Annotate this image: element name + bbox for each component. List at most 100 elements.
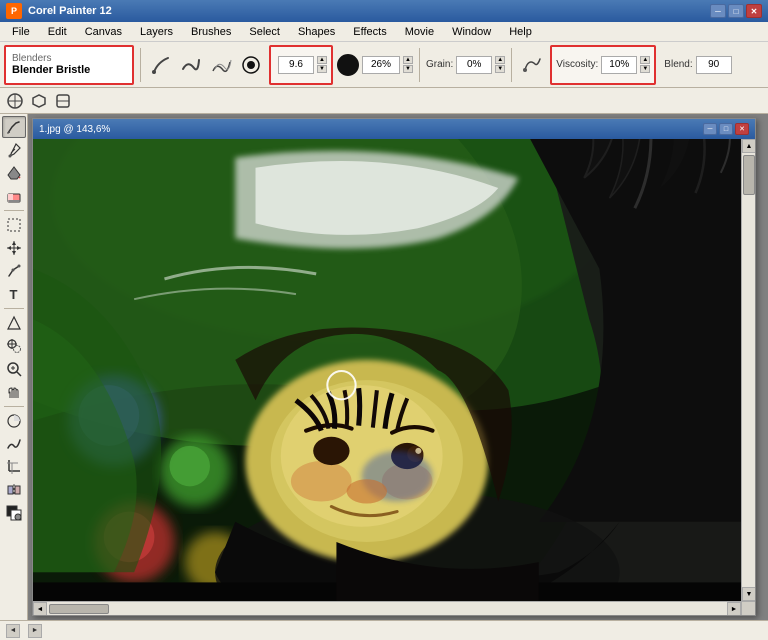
status-bar: ◄ ►	[0, 620, 768, 640]
tab-scroll-right[interactable]: ►	[28, 624, 42, 638]
scroll-left-button[interactable]: ◄	[33, 602, 47, 615]
viscosity-input[interactable]	[601, 56, 637, 74]
viscosity-control-group: Viscosity: ▲ ▼	[550, 45, 656, 85]
viscosity-spinner[interactable]: ▲ ▼	[640, 56, 650, 73]
sub-tool-3[interactable]	[52, 90, 74, 112]
tool-crop[interactable]	[2, 456, 26, 478]
scroll-v-track[interactable]	[742, 153, 755, 587]
tool-mirror[interactable]	[2, 479, 26, 501]
opacity-input[interactable]	[362, 56, 400, 74]
scroll-v-thumb[interactable]	[743, 155, 755, 195]
tool-clone[interactable]	[2, 335, 26, 357]
toolbox-sep-1	[4, 210, 24, 211]
menu-brushes[interactable]: Brushes	[183, 24, 239, 40]
brush-name: Blender Bristle	[12, 64, 126, 76]
scroll-h-track[interactable]	[47, 602, 727, 615]
sub-tool-2[interactable]	[28, 90, 50, 112]
vertical-scrollbar[interactable]: ▲ ▼	[741, 139, 755, 601]
scroll-h-thumb[interactable]	[49, 604, 109, 614]
scroll-down-button[interactable]: ▼	[742, 587, 755, 601]
tool-shape[interactable]	[2, 312, 26, 334]
scroll-right-button[interactable]: ►	[727, 602, 741, 615]
toolbox-sep-2	[4, 308, 24, 309]
canvas-area: 1.jpg @ 143,6% ─ □ ✕	[28, 114, 768, 620]
tool-brush[interactable]	[2, 116, 26, 138]
viscosity-label: Viscosity:	[556, 59, 598, 70]
tool-text[interactable]: T	[2, 283, 26, 305]
opacity-spinner[interactable]: ▲ ▼	[403, 56, 413, 73]
opacity-down[interactable]: ▼	[403, 65, 413, 73]
grain-label: Grain:	[426, 59, 453, 70]
app-title: Corel Painter 12	[28, 5, 710, 17]
window-controls: ─ □ ✕	[710, 4, 762, 18]
artwork-image	[33, 139, 741, 601]
tool-dodge[interactable]	[2, 410, 26, 432]
blend-label: Blend:	[664, 59, 692, 70]
brush-selector[interactable]: Blenders Blender Bristle	[4, 45, 134, 85]
grain-down[interactable]: ▼	[495, 65, 505, 73]
menu-movie[interactable]: Movie	[397, 24, 442, 40]
grain-input[interactable]	[456, 56, 492, 74]
tool-magnify[interactable]	[2, 358, 26, 380]
toolbox-sep-3	[4, 406, 24, 407]
tool-dropper[interactable]	[2, 139, 26, 161]
menu-layers[interactable]: Layers	[132, 24, 181, 40]
sub-toolbar	[0, 88, 768, 114]
tool-transform[interactable]	[2, 237, 26, 259]
menu-select[interactable]: Select	[241, 24, 288, 40]
grain-spinner[interactable]: ▲ ▼	[495, 56, 505, 73]
size-control: ▲ ▼	[275, 56, 327, 74]
document-window: 1.jpg @ 143,6% ─ □ ✕	[32, 118, 756, 616]
separator-2	[419, 48, 420, 82]
opacity-up[interactable]: ▲	[403, 56, 413, 64]
document-titlebar: 1.jpg @ 143,6% ─ □ ✕	[33, 119, 755, 139]
menu-canvas[interactable]: Canvas	[77, 24, 130, 40]
tool-selection[interactable]	[2, 214, 26, 236]
document-title: 1.jpg @ 143,6%	[39, 124, 701, 135]
size-input[interactable]	[278, 56, 314, 74]
menu-bar: File Edit Canvas Layers Brushes Select S…	[0, 22, 768, 42]
menu-window[interactable]: Window	[444, 24, 499, 40]
size-up[interactable]: ▲	[317, 56, 327, 64]
size-down[interactable]: ▼	[317, 65, 327, 73]
tool-pen[interactable]	[2, 260, 26, 282]
tool-smudge[interactable]	[2, 433, 26, 455]
maximize-button[interactable]: □	[728, 4, 744, 18]
tool-eraser[interactable]	[2, 185, 26, 207]
menu-file[interactable]: File	[4, 24, 38, 40]
brush-stroke-tool-3[interactable]	[207, 51, 235, 79]
grain-up[interactable]: ▲	[495, 56, 505, 64]
blend-input[interactable]	[696, 56, 732, 74]
brush-style-icon[interactable]	[518, 51, 546, 79]
size-spinner[interactable]: ▲ ▼	[317, 56, 327, 73]
opacity-group: ▲ ▼	[337, 54, 413, 76]
doc-maximize-button[interactable]: □	[719, 123, 733, 135]
title-bar: P Corel Painter 12 ─ □ ✕	[0, 0, 768, 22]
viscosity-up[interactable]: ▲	[640, 56, 650, 64]
scroll-up-button[interactable]: ▲	[742, 139, 755, 153]
menu-help[interactable]: Help	[501, 24, 540, 40]
menu-edit[interactable]: Edit	[40, 24, 75, 40]
menu-effects[interactable]: Effects	[345, 24, 394, 40]
horizontal-scrollbar[interactable]: ◄ ►	[33, 601, 741, 615]
tool-fill[interactable]	[2, 162, 26, 184]
tab-scroll-left[interactable]: ◄	[6, 624, 20, 638]
brush-stroke-tool-2[interactable]	[177, 51, 205, 79]
sub-tool-1[interactable]	[4, 90, 26, 112]
brush-category: Blenders	[12, 53, 126, 64]
viscosity-down[interactable]: ▼	[640, 65, 650, 73]
main-toolbar: Blenders Blender Bristle	[0, 42, 768, 88]
brush-stroke-tool-1[interactable]	[147, 51, 175, 79]
artwork-canvas[interactable]	[33, 139, 741, 601]
brush-tool-icons	[147, 51, 265, 79]
grain-group: Grain: ▲ ▼	[426, 56, 505, 74]
doc-minimize-button[interactable]: ─	[703, 123, 717, 135]
separator-3	[511, 48, 512, 82]
tool-color[interactable]	[2, 502, 26, 524]
doc-close-button[interactable]: ✕	[735, 123, 749, 135]
tool-hand[interactable]	[2, 381, 26, 403]
minimize-button[interactable]: ─	[710, 4, 726, 18]
close-button[interactable]: ✕	[746, 4, 762, 18]
main-layout: T	[0, 114, 768, 620]
menu-shapes[interactable]: Shapes	[290, 24, 343, 40]
